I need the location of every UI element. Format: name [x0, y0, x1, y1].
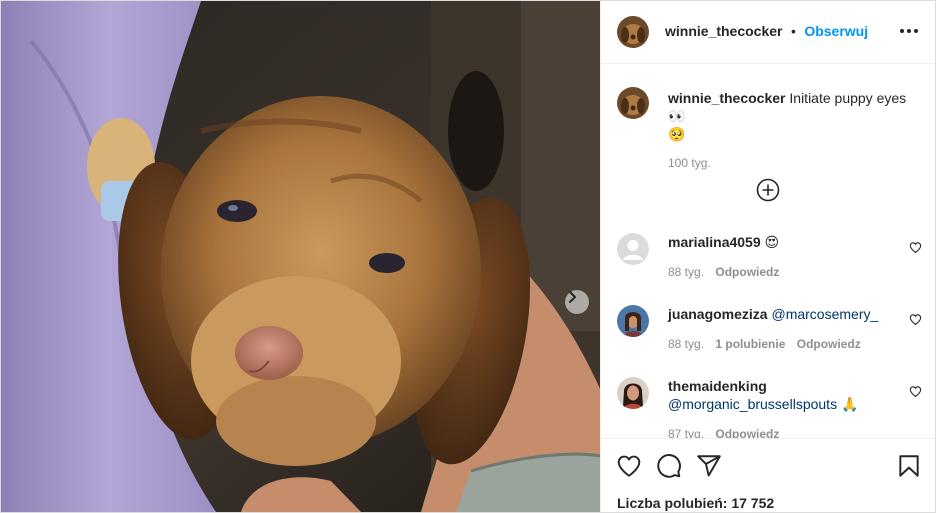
- comment-username[interactable]: themaidenking: [668, 378, 767, 394]
- post-side-panel: winnie_thecocker • Obserwuj winnie_theco…: [600, 1, 935, 512]
- comment-time: 88 tyg.: [668, 265, 705, 279]
- chevron-right-icon: [569, 291, 576, 303]
- commenter-avatar[interactable]: [617, 305, 649, 337]
- author-avatar[interactable]: [617, 16, 649, 48]
- like-button[interactable]: [616, 453, 642, 479]
- caption-username[interactable]: winnie_thecocker: [668, 90, 786, 106]
- caption-text-block: winnie_thecocker Initiate puppy eyes 👀 🥺: [668, 89, 918, 143]
- load-more-comments-button[interactable]: [756, 178, 780, 202]
- default-avatar-icon: [617, 233, 649, 265]
- commenter-avatar[interactable]: [617, 233, 649, 265]
- comment-text[interactable]: @morganic_brussellspouts 🙏: [668, 396, 858, 412]
- comment-likes-count[interactable]: 1 polubienie: [715, 337, 785, 351]
- comment-like-heart-icon[interactable]: [909, 313, 922, 326]
- heart-icon: [617, 455, 641, 477]
- avatar-image: [617, 305, 649, 337]
- comment-time: 88 tyg.: [668, 337, 705, 351]
- plus-circle-icon: [756, 178, 780, 202]
- comment-like-heart-icon[interactable]: [909, 241, 922, 254]
- comment-button[interactable]: [656, 453, 682, 479]
- post-photo[interactable]: [1, 1, 600, 512]
- bookmark-icon: [899, 455, 919, 477]
- author-username[interactable]: winnie_thecocker: [665, 23, 783, 39]
- avatar-image: [617, 87, 649, 119]
- comment-text[interactable]: @marcosemery_: [771, 306, 878, 322]
- comment-text: 😍: [764, 234, 780, 250]
- likes-count[interactable]: Liczba polubień: 17 752: [617, 495, 774, 511]
- caption-trailing-emoji: 🥺: [668, 126, 686, 142]
- more-options-icon: [899, 29, 920, 33]
- post-action-bar: Liczba polubień: 17 752: [601, 438, 935, 512]
- comment-icon: [657, 454, 681, 478]
- post-header: winnie_thecocker • Obserwuj: [601, 1, 935, 64]
- next-photo-button[interactable]: [565, 290, 589, 314]
- reply-button[interactable]: Odpowiedz: [797, 337, 861, 351]
- comment-username[interactable]: juanagomeziza: [668, 306, 768, 322]
- reply-button[interactable]: Odpowiedz: [715, 265, 779, 279]
- share-icon: [697, 455, 721, 477]
- avatar-image: [617, 16, 649, 48]
- caption-time: 100 tyg.: [668, 156, 711, 170]
- post-dialog: winnie_thecocker • Obserwuj winnie_theco…: [0, 0, 936, 513]
- caption-avatar[interactable]: [617, 87, 649, 119]
- avatar-image: [617, 377, 649, 409]
- puppy-photo-illustration: [1, 1, 600, 512]
- share-button[interactable]: [696, 453, 722, 479]
- more-options-button[interactable]: [897, 19, 921, 43]
- separator-dot: •: [790, 23, 796, 39]
- follow-button[interactable]: Obserwuj: [804, 23, 868, 39]
- commenter-avatar[interactable]: [617, 377, 649, 409]
- comment-like-heart-icon[interactable]: [909, 385, 922, 398]
- save-button[interactable]: [896, 453, 922, 479]
- comment-username[interactable]: marialina4059: [668, 234, 761, 250]
